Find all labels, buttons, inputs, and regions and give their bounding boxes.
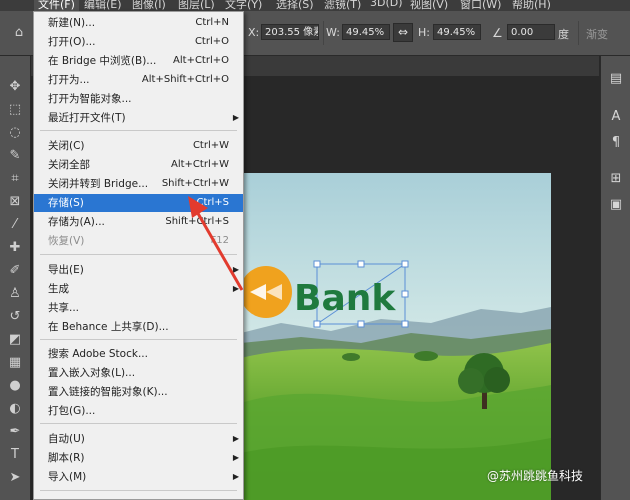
paragraph-panel-icon[interactable]: ¶ <box>608 134 624 152</box>
blur-tool-icon[interactable]: ● <box>6 377 24 395</box>
divider <box>578 21 579 45</box>
menu-item-import[interactable]: 导入(M) ▶ <box>34 468 243 486</box>
lasso-tool-icon[interactable]: ◌ <box>6 124 24 142</box>
marquee-tool-icon[interactable]: ⬚ <box>6 101 24 119</box>
submenu-arrow-icon: ▶ <box>232 472 239 481</box>
submenu-arrow-icon: ▶ <box>232 113 239 122</box>
menu-item-new[interactable]: 新建(N)... Ctrl+N <box>34 14 243 32</box>
height-label: H: <box>418 26 430 39</box>
menu-divider <box>40 423 237 424</box>
menu-divider <box>40 339 237 340</box>
menu-item-search-stock[interactable]: 搜索 Adobe Stock... <box>34 345 243 363</box>
angle-field[interactable]: 0.00 <box>507 24 555 40</box>
menu-divider <box>40 490 237 491</box>
menu-item-share-behance[interactable]: 在 Behance 上共享(D)... <box>34 318 243 336</box>
interpolation-label: 渐变 <box>586 28 608 41</box>
width-field[interactable]: 49.45% <box>342 24 390 40</box>
home-icon[interactable]: ⌂ <box>10 24 28 42</box>
menu-filter[interactable]: 滤镜(T) <box>324 0 361 11</box>
width-label: W: <box>326 26 340 39</box>
menu-item-browse-bridge[interactable]: 在 Bridge 中浏览(B)... Alt+Ctrl+O <box>34 52 243 70</box>
path-select-icon[interactable]: ➤ <box>6 469 24 487</box>
x-position-field[interactable]: 203.55 像素 <box>261 24 319 40</box>
menu-edit[interactable]: 编辑(E) <box>84 0 122 11</box>
menu-item-close[interactable]: 关闭(C) Ctrl+W <box>34 137 243 155</box>
menu-item-place-linked[interactable]: 置入链接的智能对象(K)... <box>34 383 243 401</box>
healing-brush-icon[interactable]: ✚ <box>6 239 24 257</box>
annotation-arrow-icon <box>188 196 244 291</box>
history-brush-icon[interactable]: ↺ <box>6 308 24 326</box>
document-canvas[interactable] <box>241 173 551 500</box>
bank-logo-layer[interactable]: Bank <box>236 258 416 330</box>
menu-file[interactable]: 文件(F) <box>34 0 79 11</box>
menu-type[interactable]: 文字(Y) <box>225 0 262 11</box>
move-tool-icon[interactable]: ✥ <box>6 78 24 96</box>
type-tool-icon[interactable]: T <box>6 446 24 464</box>
menu-item-recent-files[interactable]: 最近打开文件(T) ▶ <box>34 109 243 127</box>
quick-select-icon[interactable]: ✎ <box>6 147 24 165</box>
character-panel-icon[interactable]: A <box>608 108 624 126</box>
menu-3d[interactable]: 3D(D) <box>370 0 403 9</box>
menu-window[interactable]: 窗口(W) <box>460 0 501 11</box>
landscape-image <box>241 173 551 500</box>
menu-view[interactable]: 视图(V) <box>410 0 448 11</box>
link-icon[interactable]: ⇔ <box>393 23 413 42</box>
menu-item-close-all[interactable]: 关闭全部 Alt+Ctrl+W <box>34 156 243 174</box>
menu-item-scripts[interactable]: 脚本(R) ▶ <box>34 449 243 467</box>
dodge-tool-icon[interactable]: ◐ <box>6 400 24 418</box>
menu-help[interactable]: 帮助(H) <box>512 0 551 11</box>
x-label: X: <box>248 26 260 39</box>
menu-item-share[interactable]: 共享... <box>34 299 243 317</box>
properties-panel-icon[interactable]: ▣ <box>608 196 624 214</box>
menu-divider <box>40 130 237 131</box>
menu-image[interactable]: 图像(I) <box>132 0 166 11</box>
submenu-arrow-icon: ▶ <box>232 434 239 443</box>
gradient-tool-icon[interactable]: ▦ <box>6 354 24 372</box>
clone-stamp-icon[interactable]: ♙ <box>6 285 24 303</box>
menu-layer[interactable]: 图层(L) <box>178 0 215 11</box>
divider <box>323 21 324 45</box>
menu-item-automate[interactable]: 自动(U) ▶ <box>34 430 243 448</box>
angle-unit: 度 <box>558 28 569 41</box>
crop-tool-icon[interactable]: ⌗ <box>6 170 24 188</box>
menubar: 文件(F) 编辑(E) 图像(I) 图层(L) 文字(Y) 选择(S) 滤镜(T… <box>0 0 630 11</box>
brush-tool-icon[interactable]: ✐ <box>6 262 24 280</box>
menu-item-open-smart-object[interactable]: 打开为智能对象... <box>34 90 243 108</box>
menu-item-open-as[interactable]: 打开为... Alt+Shift+Ctrl+O <box>34 71 243 89</box>
menu-item-open[interactable]: 打开(O)... Ctrl+O <box>34 33 243 51</box>
eraser-icon[interactable]: ◩ <box>6 331 24 349</box>
history-panel-icon[interactable]: ▤ <box>608 70 624 88</box>
tools-panel: ✥ ⬚ ◌ ✎ ⌗ ⊠ ⁄ ✚ ✐ ♙ ↺ ◩ ▦ ● ◐ ✒ T ➤ <box>0 56 31 500</box>
logo-text: Bank <box>294 278 396 319</box>
eyedropper-icon[interactable]: ⁄ <box>6 216 24 234</box>
height-field[interactable]: 49.45% <box>433 24 481 40</box>
watermark-text: @苏州跳跳鱼科技 <box>487 469 584 483</box>
frame-tool-icon[interactable]: ⊠ <box>6 193 24 211</box>
right-panel-dock: ▤ A ¶ ⊞ ▣ <box>600 56 630 500</box>
layers-panel-icon[interactable]: ⊞ <box>608 170 624 188</box>
pen-tool-icon[interactable]: ✒ <box>6 423 24 441</box>
menu-item-place-embedded[interactable]: 置入嵌入对象(L)... <box>34 364 243 382</box>
submenu-arrow-icon: ▶ <box>232 453 239 462</box>
menu-item-package[interactable]: 打包(G)... <box>34 402 243 420</box>
angle-icon: ∠ <box>492 26 503 40</box>
menu-select[interactable]: 选择(S) <box>276 0 314 11</box>
